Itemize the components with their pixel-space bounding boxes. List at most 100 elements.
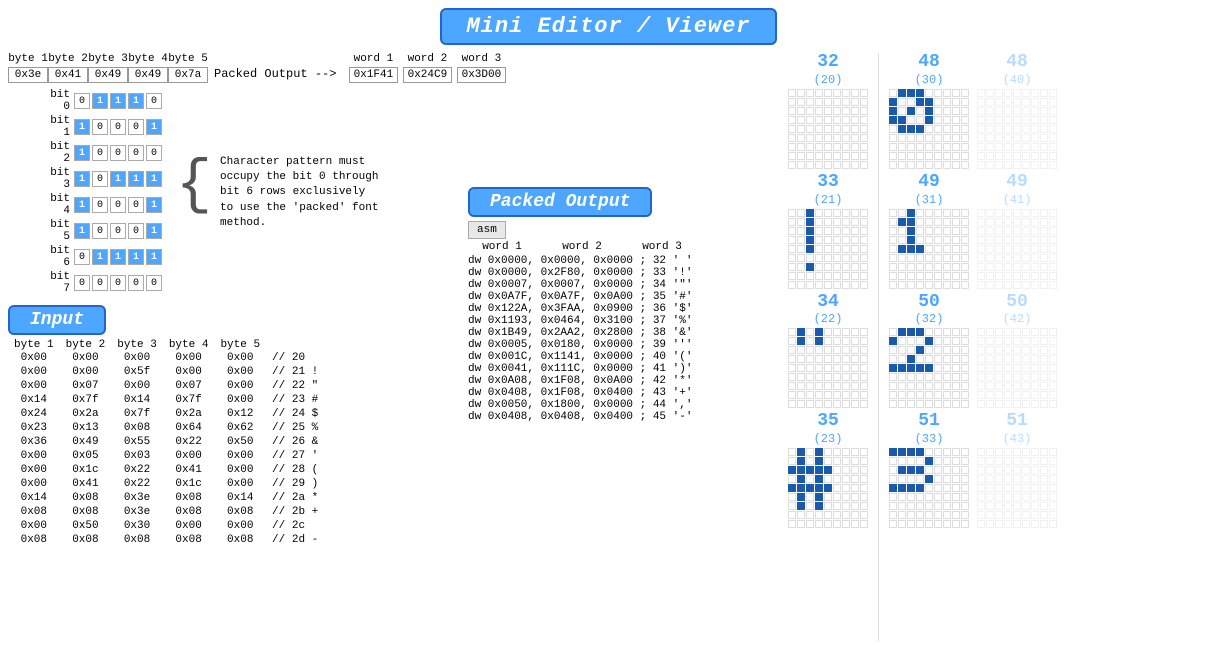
char-pixel-34-7-4 (824, 391, 832, 399)
char-pixel-49-0-0 (889, 209, 897, 217)
char-pixel-partial-34-7-6 (1031, 391, 1039, 399)
char-pixel-partial-33-8-8 (1049, 281, 1057, 289)
char-pixel-51-1-3 (916, 457, 924, 465)
char-pixel-partial-35-7-4 (1013, 511, 1021, 519)
char-pixel-partial-33-0-1 (986, 209, 994, 217)
char-pixel-49-4-7 (952, 245, 960, 253)
char-pixel-partial-35-1-8 (1049, 457, 1057, 465)
char-pixel-partial-35-4-4 (1013, 484, 1021, 492)
char-pixel-32-8-5 (833, 161, 841, 169)
char-pixel-partial-32-5-0 (977, 134, 985, 142)
char-pixel-34-4-7 (851, 364, 859, 372)
char-pixel-partial-32-4-3 (1004, 125, 1012, 133)
char-pixel-33-4-7 (851, 245, 859, 253)
char-pixel-35-5-5 (833, 493, 841, 501)
bit-cell-1-1: 0 (92, 119, 108, 135)
char-pixel-48-3-6 (943, 116, 951, 124)
char-pixel-32-5-1 (797, 134, 805, 142)
char-pixel-partial-32-4-7 (1040, 125, 1048, 133)
char-pixel-50-6-5 (934, 382, 942, 390)
char-pixel-51-3-5 (934, 475, 942, 483)
char-pixel-33-1-7 (851, 218, 859, 226)
char-pixel-51-0-1 (898, 448, 906, 456)
char-pixel-51-4-8 (961, 484, 969, 492)
char-pixel-35-1-0 (788, 457, 796, 465)
input-cell-4-1: 0x2a (60, 407, 112, 421)
char-pixel-partial-34-2-8 (1049, 346, 1057, 354)
char-pixel-partial-35-0-3 (1004, 448, 1012, 456)
char-pixel-35-5-4 (824, 493, 832, 501)
char-pixel-partial-33-3-7 (1040, 236, 1048, 244)
char-pixel-partial-32-2-0 (977, 107, 985, 115)
char-pixel-32-8-4 (824, 161, 832, 169)
char-pixel-partial-33-3-6 (1031, 236, 1039, 244)
char-pixel-51-0-7 (952, 448, 960, 456)
bit-cell-0-3: 1 (128, 93, 144, 109)
char-pixel-49-8-4 (925, 281, 933, 289)
char-pixel-49-5-2 (907, 254, 915, 262)
char-pixel-partial-34-2-1 (986, 346, 994, 354)
char-pixel-49-4-4 (925, 245, 933, 253)
char-pixel-32-3-6 (842, 116, 850, 124)
char-pixel-partial-34-4-4 (1013, 364, 1021, 372)
char-pixel-50-4-6 (943, 364, 951, 372)
char-pixel-35-8-8 (860, 520, 868, 528)
char-pixel-49-4-6 (943, 245, 951, 253)
bit-row-2: bit 210000 (38, 141, 162, 165)
bit-cell-0-2: 1 (110, 93, 126, 109)
char-number-34: 34 (817, 293, 839, 313)
char-pixel-partial-35-3-1 (986, 475, 994, 483)
char-pixel-34-3-7 (851, 355, 859, 363)
char-pixel-33-7-0 (788, 272, 796, 280)
char-col-partial: 48(40)49(41)50(42)51(43) (977, 53, 1057, 641)
char-pixel-50-3-8 (961, 355, 969, 363)
char-pixel-49-0-5 (934, 209, 942, 217)
char-pixel-partial-33-0-4 (1013, 209, 1021, 217)
char-pixel-33-2-6 (842, 227, 850, 235)
char-pixel-50-3-6 (943, 355, 951, 363)
char-pixel-48-7-7 (952, 152, 960, 160)
char-pixel-32-0-2 (806, 89, 814, 97)
char-pixel-48-4-3 (916, 125, 924, 133)
char-pixel-49-1-1 (898, 218, 906, 226)
char-pixel-50-4-5 (934, 364, 942, 372)
char-pixel-partial-33-1-0 (977, 218, 985, 226)
output-row-11: dw 0x0408, 0x1F08, 0x0400 ; 43 '+' (468, 387, 772, 399)
char-pixel-partial-34-4-1 (986, 364, 994, 372)
bit-cell-2-1: 0 (92, 145, 108, 161)
char-pixel-51-5-6 (943, 493, 951, 501)
char-pixel-33-0-6 (842, 209, 850, 217)
char-pixel-partial-34-6-4 (1013, 382, 1021, 390)
output-word1-header: word 1 (472, 241, 532, 253)
char-pixel-35-4-7 (851, 484, 859, 492)
asm-tab[interactable]: asm (468, 221, 506, 239)
char-sub-partial-32: (40) (1003, 73, 1032, 87)
bit-rows: bit 001110bit 110001bit 210000bit 310111… (38, 89, 162, 297)
char-pixel-partial-33-2-8 (1049, 227, 1057, 235)
char-pixel-50-5-7 (952, 373, 960, 381)
char-pixel-34-2-2 (806, 346, 814, 354)
char-pixel-35-7-8 (860, 511, 868, 519)
char-pixel-51-4-7 (952, 484, 960, 492)
char-pixel-34-6-8 (860, 382, 868, 390)
char-pixel-51-3-1 (898, 475, 906, 483)
input-col-header-0: byte 1 (8, 339, 60, 351)
input-row-1: 0x000x000x5f0x000x00// 21 ! (8, 365, 324, 379)
char-pixel-35-3-5 (833, 475, 841, 483)
char-pixel-partial-34-8-1 (986, 400, 994, 408)
char-pixel-34-5-4 (824, 373, 832, 381)
char-pixel-48-1-2 (907, 98, 915, 106)
char-pixel-partial-33-2-3 (1004, 227, 1012, 235)
char-pixel-34-7-7 (851, 391, 859, 399)
char-pixel-49-7-4 (925, 272, 933, 280)
bit-row-6: bit 601111 (38, 245, 162, 269)
input-cell-9-0: 0x00 (8, 477, 60, 491)
char-pixel-partial-32-1-2 (995, 98, 1003, 106)
char-pixel-32-7-6 (842, 152, 850, 160)
word1-value: 0x1F41 (349, 67, 399, 83)
char-grid-partial-34 (977, 328, 1057, 408)
char-pixel-34-4-3 (815, 364, 823, 372)
input-cell-0-3: 0x00 (163, 351, 215, 365)
char-pixel-partial-33-0-8 (1049, 209, 1057, 217)
char-pixel-32-3-4 (824, 116, 832, 124)
